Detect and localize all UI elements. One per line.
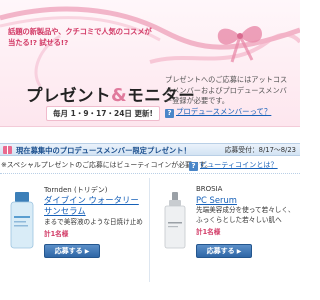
- banner-title-left: プレゼント: [26, 86, 111, 105]
- product-image-pc-serum[interactable]: [156, 190, 194, 252]
- product-name-link[interactable]: ダイブイン ウォータリー サンセラム: [44, 195, 144, 217]
- product-name-link[interactable]: PC Serum: [196, 195, 296, 206]
- produce-member-link-label: プロデュースメンバーって？: [176, 107, 272, 116]
- section-title: 現在募集中のプロデュースメンバー限定プレゼント！: [16, 146, 191, 155]
- produce-member-link[interactable]: ? プロデュースメンバーって？: [165, 106, 271, 118]
- beauty-coin-link-label: ビューティコインとは？: [200, 160, 278, 169]
- arrow-right-icon: ▶: [84, 248, 90, 255]
- product-brand: BROSIA: [196, 185, 223, 193]
- banner-description: プレゼントへのご応募にはアットコスメメンバーおよびプロデュースメンバー登録が必要…: [165, 75, 288, 105]
- card-divider: [149, 178, 150, 282]
- arrow-right-icon: ▶: [236, 248, 242, 255]
- winner-count: 計1名様: [44, 230, 69, 238]
- product-card: BROSIA PC Serum 先端美容成分を使って若々しく、ふっくらとした若々…: [152, 180, 300, 280]
- banner-tagline: 話題の新製品や、クチコミで人気のコスメが当たる!? 試せる!?: [8, 27, 152, 47]
- banner-title-amp: &: [111, 85, 128, 106]
- update-schedule-badge: 毎月 1・9・17・24日 更新!: [46, 106, 160, 121]
- apply-button-label: 応募する: [206, 247, 235, 255]
- question-icon: ?: [189, 162, 198, 171]
- beauty-coin-link[interactable]: ? ビューティコインとは？: [189, 160, 278, 171]
- apply-button-label: 応募する: [54, 247, 83, 255]
- section-header: 現在募集中のプロデュースメンバー限定プレゼント！ 応募受付：8/17〜8/23: [0, 143, 300, 156]
- product-card: Tornden (トリデン) ダイブイン ウォータリー サンセラム まるで美容液…: [0, 180, 148, 280]
- apply-button[interactable]: 応募する ▶: [44, 244, 100, 258]
- gift-icon: [3, 145, 12, 154]
- coin-note: ※スペシャルプレゼントのご応募にはビューティコインが必要です。: [1, 161, 212, 169]
- product-brand: Tornden (トリデン): [44, 186, 108, 194]
- product-image-sunserum[interactable]: [4, 190, 42, 252]
- question-icon: ?: [165, 109, 174, 118]
- present-monitor-banner: 話題の新製品や、クチコミで人気のコスメが当たる!? 試せる!? プレゼント&モニ…: [0, 0, 300, 127]
- product-description: 先端美容成分を使って若々しく、ふっくらとした若々しい肌へ: [196, 206, 295, 224]
- application-period: 応募受付：8/17〜8/23: [224, 146, 296, 154]
- apply-button[interactable]: 応募する ▶: [196, 244, 252, 258]
- divider: [0, 173, 300, 174]
- winner-count: 計1名様: [196, 228, 221, 236]
- product-description: まるで美容液のような日焼け止め: [44, 218, 143, 226]
